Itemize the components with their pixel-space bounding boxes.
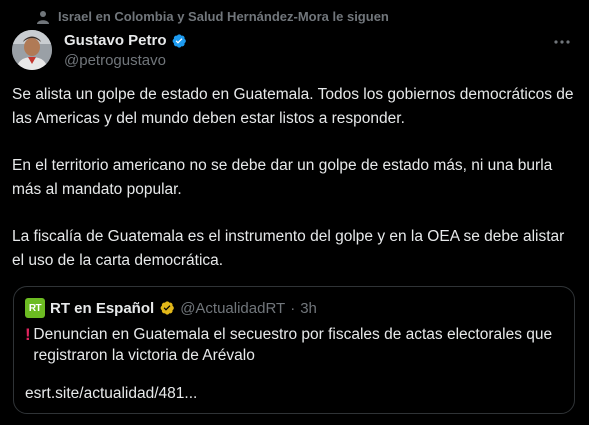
separator-dot: · bbox=[290, 299, 296, 317]
tweet-header: Gustavo Petro @petrogustavo bbox=[12, 28, 577, 72]
avatar[interactable] bbox=[12, 30, 52, 70]
verified-badge-icon bbox=[160, 301, 175, 315]
person-icon bbox=[37, 10, 49, 24]
social-context[interactable]: Israel en Colombia y Salud Hernández-Mor… bbox=[36, 9, 389, 24]
quote-author-name: RT en Español bbox=[50, 299, 155, 317]
tweet-paragraph: En el territorio americano no se debe da… bbox=[12, 157, 553, 198]
quote-author-handle: @ActualidadRT bbox=[180, 299, 286, 317]
rt-logo: RT bbox=[25, 298, 45, 318]
quote-timestamp[interactable]: 3h bbox=[300, 300, 317, 317]
social-context-text: Israel en Colombia y Salud Hernández-Mor… bbox=[58, 9, 389, 24]
tweet-paragraph: Se alista un golpe de estado en Guatemal… bbox=[12, 86, 574, 127]
exclamation-icon: ! bbox=[25, 325, 31, 344]
more-options-icon[interactable] bbox=[551, 34, 573, 50]
quote-text: Denuncian en Guatemala el secuestro por … bbox=[33, 326, 553, 364]
author-name[interactable]: Gustavo Petro bbox=[64, 32, 167, 49]
author-handle[interactable]: @petrogustavo bbox=[64, 52, 187, 69]
quote-tweet[interactable]: RT RT en Español @ActualidadRT · 3h ! De… bbox=[13, 286, 575, 414]
tweet-text: Se alista un golpe de estado en Guatemal… bbox=[12, 83, 579, 296]
quote-link[interactable]: esrt.site/actualidad/481... bbox=[25, 385, 197, 403]
tweet-paragraph: La fiscalía de Guatemala es el instrumen… bbox=[12, 228, 565, 269]
verified-badge-icon bbox=[172, 33, 186, 48]
